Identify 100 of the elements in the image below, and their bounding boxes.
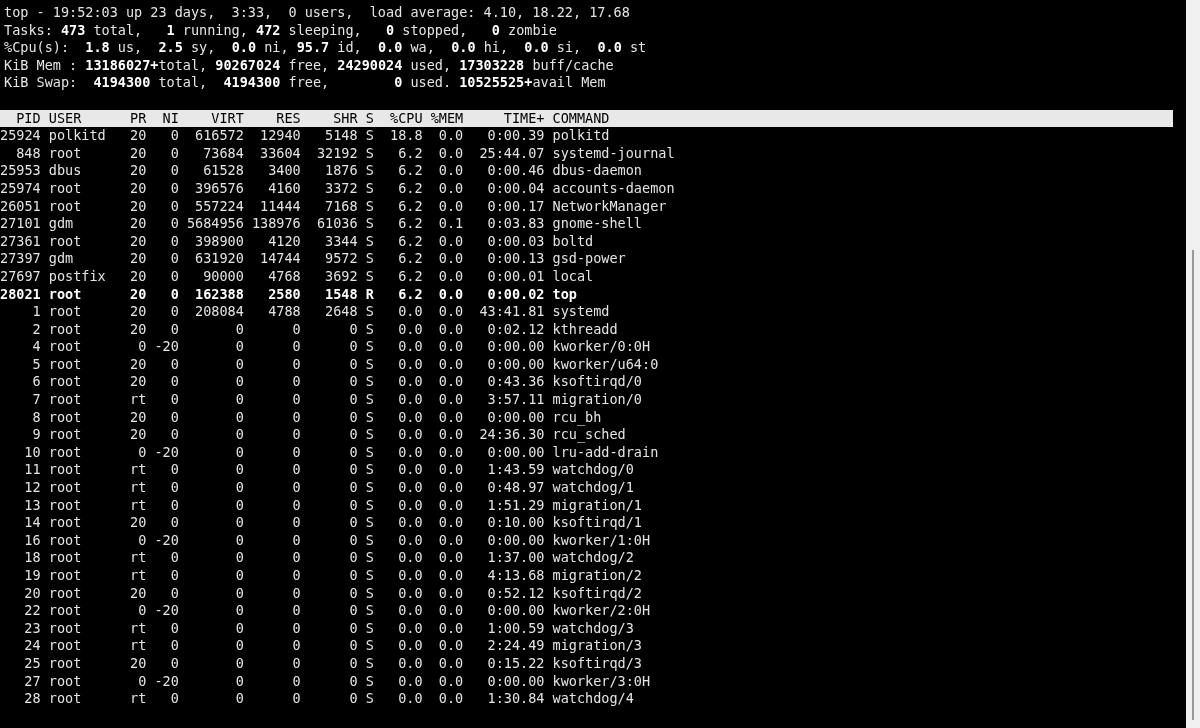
table-cell-text: 0:00.04 (486, 179, 545, 198)
table-cell-text: 6.2 (397, 250, 423, 268)
table-cell-text: 14 (23, 514, 41, 532)
table-cell-text: 0.0 (437, 373, 464, 392)
table-cell-text: 616572 (194, 127, 244, 145)
table-cell-text: root (47, 654, 83, 673)
table-cell-text: 0 (169, 250, 179, 268)
table-cell-text: 1:37.00 (486, 549, 545, 567)
table-cell-text: 0.0 (397, 426, 423, 444)
table-cell-text: 0 (291, 514, 301, 532)
table-cell-text: rt (129, 619, 147, 638)
table-cell-text: 0 (169, 567, 179, 585)
table-cell-text: 0.0 (437, 250, 464, 268)
table-cell-text: kworker/0:0H (551, 338, 651, 356)
table-cell-text: 20 (129, 250, 147, 268)
table-cell-text: 0.0 (437, 690, 464, 708)
table-cell-text: 24 (23, 637, 41, 655)
table-cell-text: 0 (291, 654, 301, 673)
table-cell-text: gdm (47, 215, 75, 233)
table-cell-text: 6.2 (397, 232, 423, 251)
table-cell-text: 0.0 (437, 179, 464, 198)
table-cell-text: root (47, 303, 83, 321)
table-cell-text: 0 (169, 355, 179, 374)
table-cell-text: 0 (234, 408, 244, 427)
table-cell-text: 0.0 (397, 496, 423, 515)
table-cell-text: 0 (169, 514, 179, 532)
table-cell-text: 12 (23, 479, 41, 497)
table-cell-text: 5 (31, 355, 41, 374)
table-cell: 28021 (0, 285, 41, 304)
table-cell-text: S (364, 584, 374, 603)
table-cell-text: ksoftirqd/2 (551, 584, 642, 603)
table-cell-text: root (47, 197, 83, 216)
table-cell-text: S (364, 690, 374, 708)
table-cell-text: 0.0 (437, 496, 464, 515)
table-cell-text: root (47, 637, 83, 655)
table-cell-text: 0 (348, 373, 358, 392)
table-cell-text: 0.0 (437, 338, 464, 356)
table-cell-text: 20 (129, 373, 147, 392)
table-cell-text: 0 (169, 373, 179, 392)
table-cell-text: 0:00.17 (486, 197, 545, 216)
table-cell-text: 0 (291, 496, 301, 515)
table-cell-text: systemd-journal (551, 144, 675, 163)
table-cell-text: 16 (23, 531, 41, 550)
table-cell-text: 0 (291, 443, 301, 462)
table-cell-text: rt (129, 549, 147, 567)
table-cell-text: 0 (348, 461, 358, 480)
table-cell-text: S (364, 426, 374, 444)
table-cell-text: 0 (169, 197, 179, 216)
column-header: RES (275, 109, 301, 128)
table-cell-text: migration/0 (551, 391, 642, 409)
table-cell-text: 0 (291, 619, 301, 638)
table-cell-text: 0 (234, 584, 244, 603)
table-cell-text: 0 (169, 637, 179, 655)
table-cell-text: 0 (169, 320, 179, 339)
table-cell-text: 0 (348, 496, 358, 515)
table-cell-text: 0 (234, 690, 244, 708)
table-cell-text: 23 (23, 619, 41, 638)
table-cell-text: 0:15.22 (486, 654, 545, 673)
table-cell-text: migration/1 (551, 496, 642, 515)
table-cell-text: watchdog/0 (551, 461, 634, 480)
table-cell-text: 0 (291, 637, 301, 655)
table-cell-text: 4160 (267, 179, 301, 198)
table-cell-text: 0.0 (437, 443, 464, 462)
table-cell-text: 0 (348, 654, 358, 673)
table-cell-text: 0 (291, 391, 301, 409)
table-cell-text: 0 (234, 355, 244, 374)
table-cell-text: S (364, 197, 374, 216)
table-cell-text: 848 (15, 144, 41, 163)
table-cell-text: S (364, 602, 374, 620)
table-cell-text: 0 (348, 479, 358, 497)
table-cell-text: top (551, 285, 577, 304)
table-cell-text: 0 (348, 584, 358, 603)
table-cell-text: S (364, 355, 374, 374)
table-cell-text: kworker/1:0H (551, 531, 651, 550)
scrollbar-thumb[interactable] (1192, 250, 1194, 720)
table-cell-text: S (364, 549, 374, 567)
table-cell-text: 20 (129, 267, 147, 286)
table-cell-text: 557224 (194, 197, 244, 216)
table-cell-text: 0.0 (437, 549, 464, 567)
table-cell-text: kworker/2:0H (551, 602, 651, 620)
table-cell-text: 0 (169, 127, 179, 145)
table-cell-text: 9 (31, 426, 41, 444)
table-cell-text: 0 (169, 619, 179, 638)
table-cell: 25924 (0, 127, 41, 145)
table-cell-text: 0 (169, 179, 179, 198)
table-cell-text: R (364, 285, 374, 304)
table-cell-text: 0.0 (397, 637, 423, 655)
table-cell-text: 0.0 (397, 408, 423, 427)
table-cell-text: 0 (348, 602, 358, 620)
table-cell-text: 0.0 (437, 144, 464, 163)
table-cell-text: 0 (169, 285, 179, 304)
table-cell-text: 4788 (267, 303, 301, 321)
table-cell-text: root (47, 461, 83, 480)
table-cell-text: 0 (291, 602, 301, 620)
table-cell-text: 0 (169, 426, 179, 444)
table-cell-text: 5684956 (185, 215, 244, 233)
table-cell-text: -20 (153, 443, 179, 462)
table-cell-text: root (47, 355, 83, 374)
table-cell-text: 0.0 (397, 303, 423, 321)
table-cell-text: 0 (169, 232, 179, 251)
